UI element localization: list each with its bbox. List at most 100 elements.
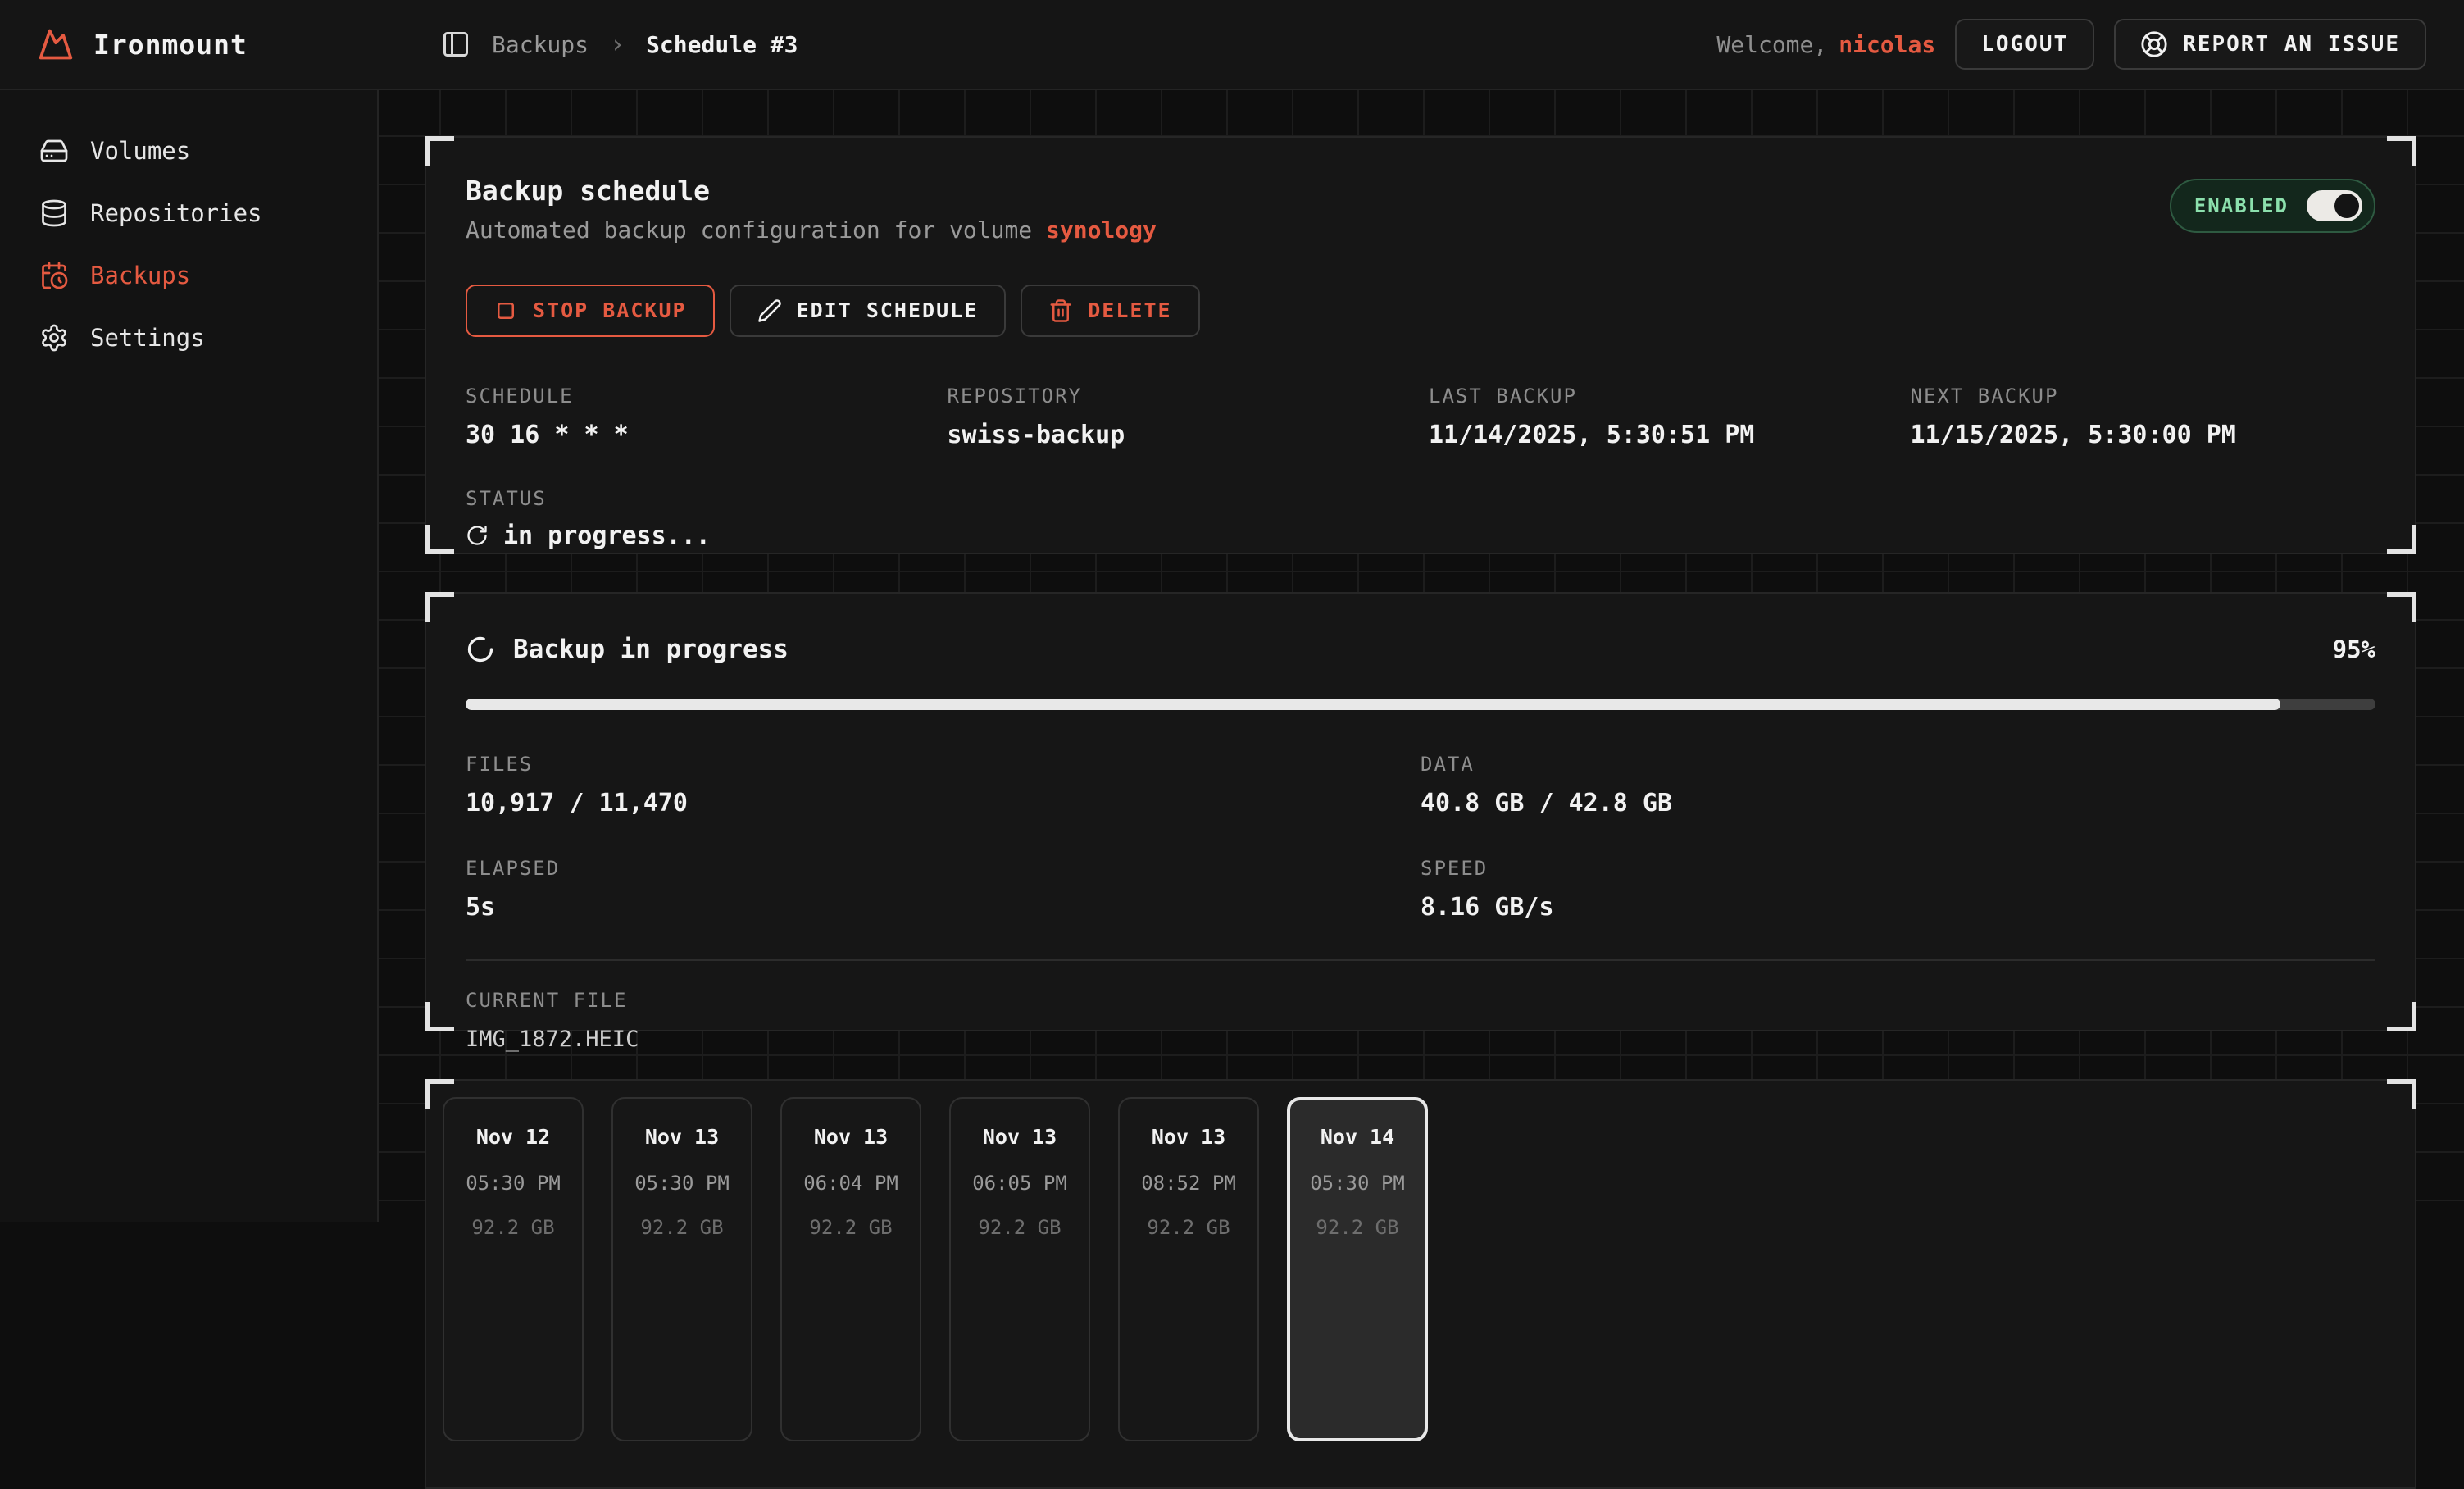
- field-label: SCHEDULE: [466, 385, 931, 408]
- history-time: 08:52 PM: [1120, 1172, 1257, 1195]
- field-value: swiss-backup: [948, 421, 1413, 449]
- divider: [466, 959, 2375, 961]
- progress-stats: FILES 10,917 / 11,470 DATA 40.8 GB / 42.…: [466, 753, 2375, 922]
- stat-speed: SPEED 8.16 GB/s: [1421, 857, 2375, 922]
- history-date: Nov 12: [444, 1125, 582, 1149]
- status-block: STATUS in progress...: [466, 487, 2375, 550]
- lifebuoy-icon: [2140, 30, 2168, 58]
- stop-icon: [493, 298, 518, 323]
- history-item[interactable]: Nov 13 06:05 PM 92.2 GB: [949, 1097, 1090, 1441]
- history-item-selected[interactable]: Nov 14 05:30 PM 92.2 GB: [1287, 1097, 1428, 1441]
- corner-bracket: [425, 1002, 454, 1031]
- stat-label: ELAPSED: [466, 857, 1421, 880]
- breadcrumb: Backups › Schedule #3: [377, 30, 798, 59]
- corner-bracket: [425, 592, 454, 622]
- schedule-fields: SCHEDULE 30 16 * * * REPOSITORY swiss-ba…: [466, 385, 2375, 449]
- field-repository: REPOSITORY swiss-backup: [948, 385, 1413, 449]
- pencil-icon: [757, 298, 782, 323]
- schedule-card-subtitle: Automated backup configuration for volum…: [466, 216, 1157, 244]
- history-size: 92.2 GB: [613, 1216, 751, 1239]
- logout-button[interactable]: LOGOUT: [1955, 19, 2094, 70]
- history-item[interactable]: Nov 13 05:30 PM 92.2 GB: [611, 1097, 752, 1441]
- stop-backup-label: STOP BACKUP: [533, 298, 687, 322]
- brand-name: Ironmount: [93, 29, 248, 61]
- corner-bracket: [2387, 1002, 2416, 1031]
- history-time: 05:30 PM: [1290, 1172, 1425, 1195]
- history-size: 92.2 GB: [782, 1216, 920, 1239]
- welcome-text: Welcome, nicolas: [1716, 31, 1935, 58]
- panel-left-icon[interactable]: [441, 30, 471, 59]
- sidebar-item-label: Backups: [90, 262, 190, 289]
- hard-drive-icon: [39, 136, 69, 166]
- sidebar-item-label: Volumes: [90, 137, 190, 165]
- progress-card-title: Backup in progress: [513, 635, 789, 664]
- stat-label: FILES: [466, 753, 1421, 776]
- field-label: LAST BACKUP: [1429, 385, 1894, 408]
- backup-schedule-card: Backup schedule Automated backup configu…: [425, 136, 2416, 554]
- stop-backup-button[interactable]: STOP BACKUP: [466, 285, 715, 337]
- schedule-actions: STOP BACKUP EDIT SCHEDULE DELETE: [466, 285, 2375, 337]
- corner-bracket: [425, 1079, 454, 1109]
- history-row: Nov 12 05:30 PM 92.2 GB Nov 13 05:30 PM …: [443, 1097, 2398, 1441]
- report-issue-button[interactable]: REPORT AN ISSUE: [2114, 19, 2426, 70]
- history-size: 92.2 GB: [1290, 1216, 1425, 1239]
- enabled-label: ENABLED: [2194, 194, 2289, 217]
- stat-label: SPEED: [1421, 857, 2375, 880]
- history-date: Nov 14: [1290, 1125, 1425, 1149]
- corner-bracket: [2387, 136, 2416, 166]
- stat-value: 40.8 GB / 42.8 GB: [1421, 789, 2375, 817]
- logout-label: LOGOUT: [1981, 32, 2068, 57]
- stat-data: DATA 40.8 GB / 42.8 GB: [1421, 753, 2375, 817]
- field-label: REPOSITORY: [948, 385, 1413, 408]
- breadcrumb-parent[interactable]: Backups: [492, 31, 589, 58]
- sidebar-item-label: Settings: [90, 324, 205, 352]
- history-date: Nov 13: [1120, 1125, 1257, 1149]
- progress-bar: [466, 699, 2375, 710]
- field-value: 11/14/2025, 5:30:51 PM: [1429, 421, 1894, 449]
- stat-label: DATA: [1421, 753, 2375, 776]
- sidebar-item-volumes[interactable]: Volumes: [0, 120, 377, 182]
- sidebar-item-label: Repositories: [90, 199, 262, 227]
- corner-bracket: [2387, 1079, 2416, 1109]
- history-time: 05:30 PM: [613, 1172, 751, 1195]
- sidebar: Volumes Repositories Backups Settings: [0, 90, 379, 1222]
- current-file-block: CURRENT FILE IMG_1872.HEIC: [466, 989, 2375, 1052]
- corner-bracket: [2387, 525, 2416, 554]
- schedule-card-heading: Backup schedule Automated backup configu…: [466, 175, 1157, 244]
- corner-bracket: [425, 525, 454, 554]
- edit-schedule-button[interactable]: EDIT SCHEDULE: [730, 285, 1007, 337]
- subtitle-text: Automated backup configuration for volum…: [466, 216, 1046, 244]
- calendar-clock-icon: [39, 261, 69, 290]
- delete-label: DELETE: [1088, 298, 1171, 322]
- history-item[interactable]: Nov 13 06:04 PM 92.2 GB: [780, 1097, 921, 1441]
- database-icon: [39, 198, 69, 228]
- edit-schedule-label: EDIT SCHEDULE: [797, 298, 979, 322]
- current-file-value: IMG_1872.HEIC: [466, 1027, 2375, 1052]
- field-value: 11/15/2025, 5:30:00 PM: [1911, 421, 2376, 449]
- history-item[interactable]: Nov 13 08:52 PM 92.2 GB: [1118, 1097, 1259, 1441]
- rotate-spinner-icon: [466, 524, 489, 547]
- backup-history-card: Nov 12 05:30 PM 92.2 GB Nov 13 05:30 PM …: [425, 1079, 2416, 1489]
- corner-bracket: [425, 136, 454, 166]
- history-item[interactable]: Nov 12 05:30 PM 92.2 GB: [443, 1097, 584, 1441]
- sidebar-item-repositories[interactable]: Repositories: [0, 182, 377, 244]
- history-date: Nov 13: [613, 1125, 751, 1149]
- history-time: 05:30 PM: [444, 1172, 582, 1195]
- gear-icon: [39, 323, 69, 353]
- sidebar-item-backups[interactable]: Backups: [0, 244, 377, 307]
- schedule-card-title: Backup schedule: [466, 175, 1157, 207]
- field-value: 30 16 * * *: [466, 421, 931, 449]
- backup-progress-card: Backup in progress 95% FILES 10,917 / 11…: [425, 592, 2416, 1031]
- username: nicolas: [1839, 31, 1935, 58]
- field-schedule: SCHEDULE 30 16 * * *: [466, 385, 931, 449]
- status-value: in progress...: [503, 521, 711, 550]
- history-date: Nov 13: [951, 1125, 1089, 1149]
- delete-button[interactable]: DELETE: [1021, 285, 1199, 337]
- stat-elapsed: ELAPSED 5s: [466, 857, 1421, 922]
- enabled-toggle[interactable]: ENABLED: [2170, 179, 2375, 233]
- corner-bracket: [2387, 592, 2416, 622]
- history-time: 06:04 PM: [782, 1172, 920, 1195]
- mountain-logo-icon: [38, 26, 74, 62]
- sidebar-item-settings[interactable]: Settings: [0, 307, 377, 369]
- history-size: 92.2 GB: [444, 1216, 582, 1239]
